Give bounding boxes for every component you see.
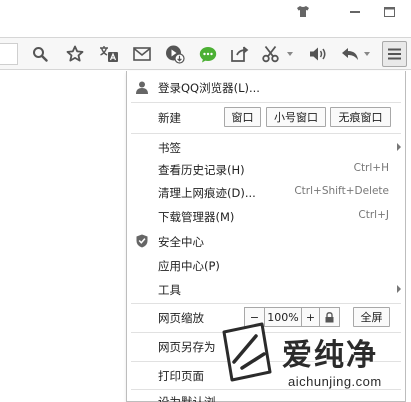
menu-item-history[interactable]: 查看历史记录(H) Ctrl+H <box>127 157 405 181</box>
skin-icon[interactable] <box>292 3 314 20</box>
watermark-text: 爱纯净 <box>282 338 378 373</box>
maximize-icon[interactable] <box>378 3 400 20</box>
new-small-window-button[interactable]: 小号窗口 <box>266 107 326 127</box>
undo-close-icon[interactable] <box>338 42 362 66</box>
menu-item-clear-traces[interactable]: 清理上网痕迹(D)... Ctrl+Shift+Delete <box>127 180 405 204</box>
minimize-icon[interactable] <box>344 3 366 20</box>
menu-item-security[interactable]: 安全中心 <box>127 229 405 253</box>
watermark-logo-icon <box>222 322 272 382</box>
volume-icon[interactable] <box>306 42 330 66</box>
page-content <box>0 71 126 402</box>
site-watermark: 爱纯净 aichunjing.com <box>206 318 411 402</box>
favorite-star-icon[interactable] <box>63 42 87 66</box>
menu-item-login[interactable]: 登录QQ浏览器(L)... <box>127 75 405 99</box>
menu-item-tools[interactable]: 工具 <box>127 277 405 301</box>
menu-item-label: 新建 <box>158 111 181 125</box>
undo-dropdown-icon[interactable] <box>364 51 370 57</box>
menu-divider <box>131 133 401 134</box>
menu-item-bookmarks[interactable]: 书签 <box>127 135 405 159</box>
search-icon[interactable] <box>28 42 52 66</box>
menu-item-shortcut: Ctrl+H <box>353 162 389 174</box>
menu-divider <box>131 303 401 304</box>
user-icon <box>134 79 150 95</box>
menu-item-label: 查看历史记录(H) <box>158 163 245 177</box>
menu-row-new: 新建 窗口 小号窗口 无痕窗口 <box>127 105 405 129</box>
menu-item-label: 清理上网痕迹(D)... <box>158 186 256 200</box>
screenshot-scissors-icon[interactable] <box>259 42 283 66</box>
menu-item-app-center[interactable]: 应用中心(P) <box>127 253 405 277</box>
video-download-icon[interactable] <box>163 42 187 66</box>
screenshot-dropdown-icon[interactable] <box>287 51 293 57</box>
watermark-url: aichunjing.com <box>288 374 382 389</box>
submenu-arrow-icon <box>397 285 401 293</box>
shield-icon <box>134 233 150 249</box>
menu-item-label: 登录QQ浏览器(L)... <box>158 81 260 95</box>
menu-divider <box>131 102 401 103</box>
menu-item-shortcut: Ctrl+Shift+Delete <box>294 185 389 197</box>
menu-item-label: 下载管理器(M) <box>158 210 235 224</box>
new-private-window-button[interactable]: 无痕窗口 <box>330 107 391 127</box>
address-bar-edge[interactable] <box>0 43 18 65</box>
wechat-icon[interactable] <box>196 42 220 66</box>
submenu-arrow-icon <box>397 143 401 151</box>
browser-toolbar <box>0 37 411 70</box>
mail-icon[interactable] <box>130 42 154 66</box>
menu-item-label: 安全中心 <box>158 235 204 249</box>
menu-item-shortcut: Ctrl+J <box>358 209 389 221</box>
main-menu-icon[interactable] <box>382 41 407 67</box>
menu-item-label: 打印页面 <box>158 369 204 383</box>
share-icon[interactable] <box>228 42 252 66</box>
menu-item-downloads[interactable]: 下载管理器(M) Ctrl+J <box>127 204 405 228</box>
translate-icon[interactable] <box>97 42 121 66</box>
new-window-button[interactable]: 窗口 <box>224 107 261 127</box>
menu-item-label: 书签 <box>158 141 181 155</box>
menu-item-label: 应用中心(P) <box>158 259 220 273</box>
menu-item-label: 工具 <box>158 283 181 297</box>
menu-item-label: 网页缩放 <box>158 311 204 325</box>
title-bar <box>0 0 411 26</box>
